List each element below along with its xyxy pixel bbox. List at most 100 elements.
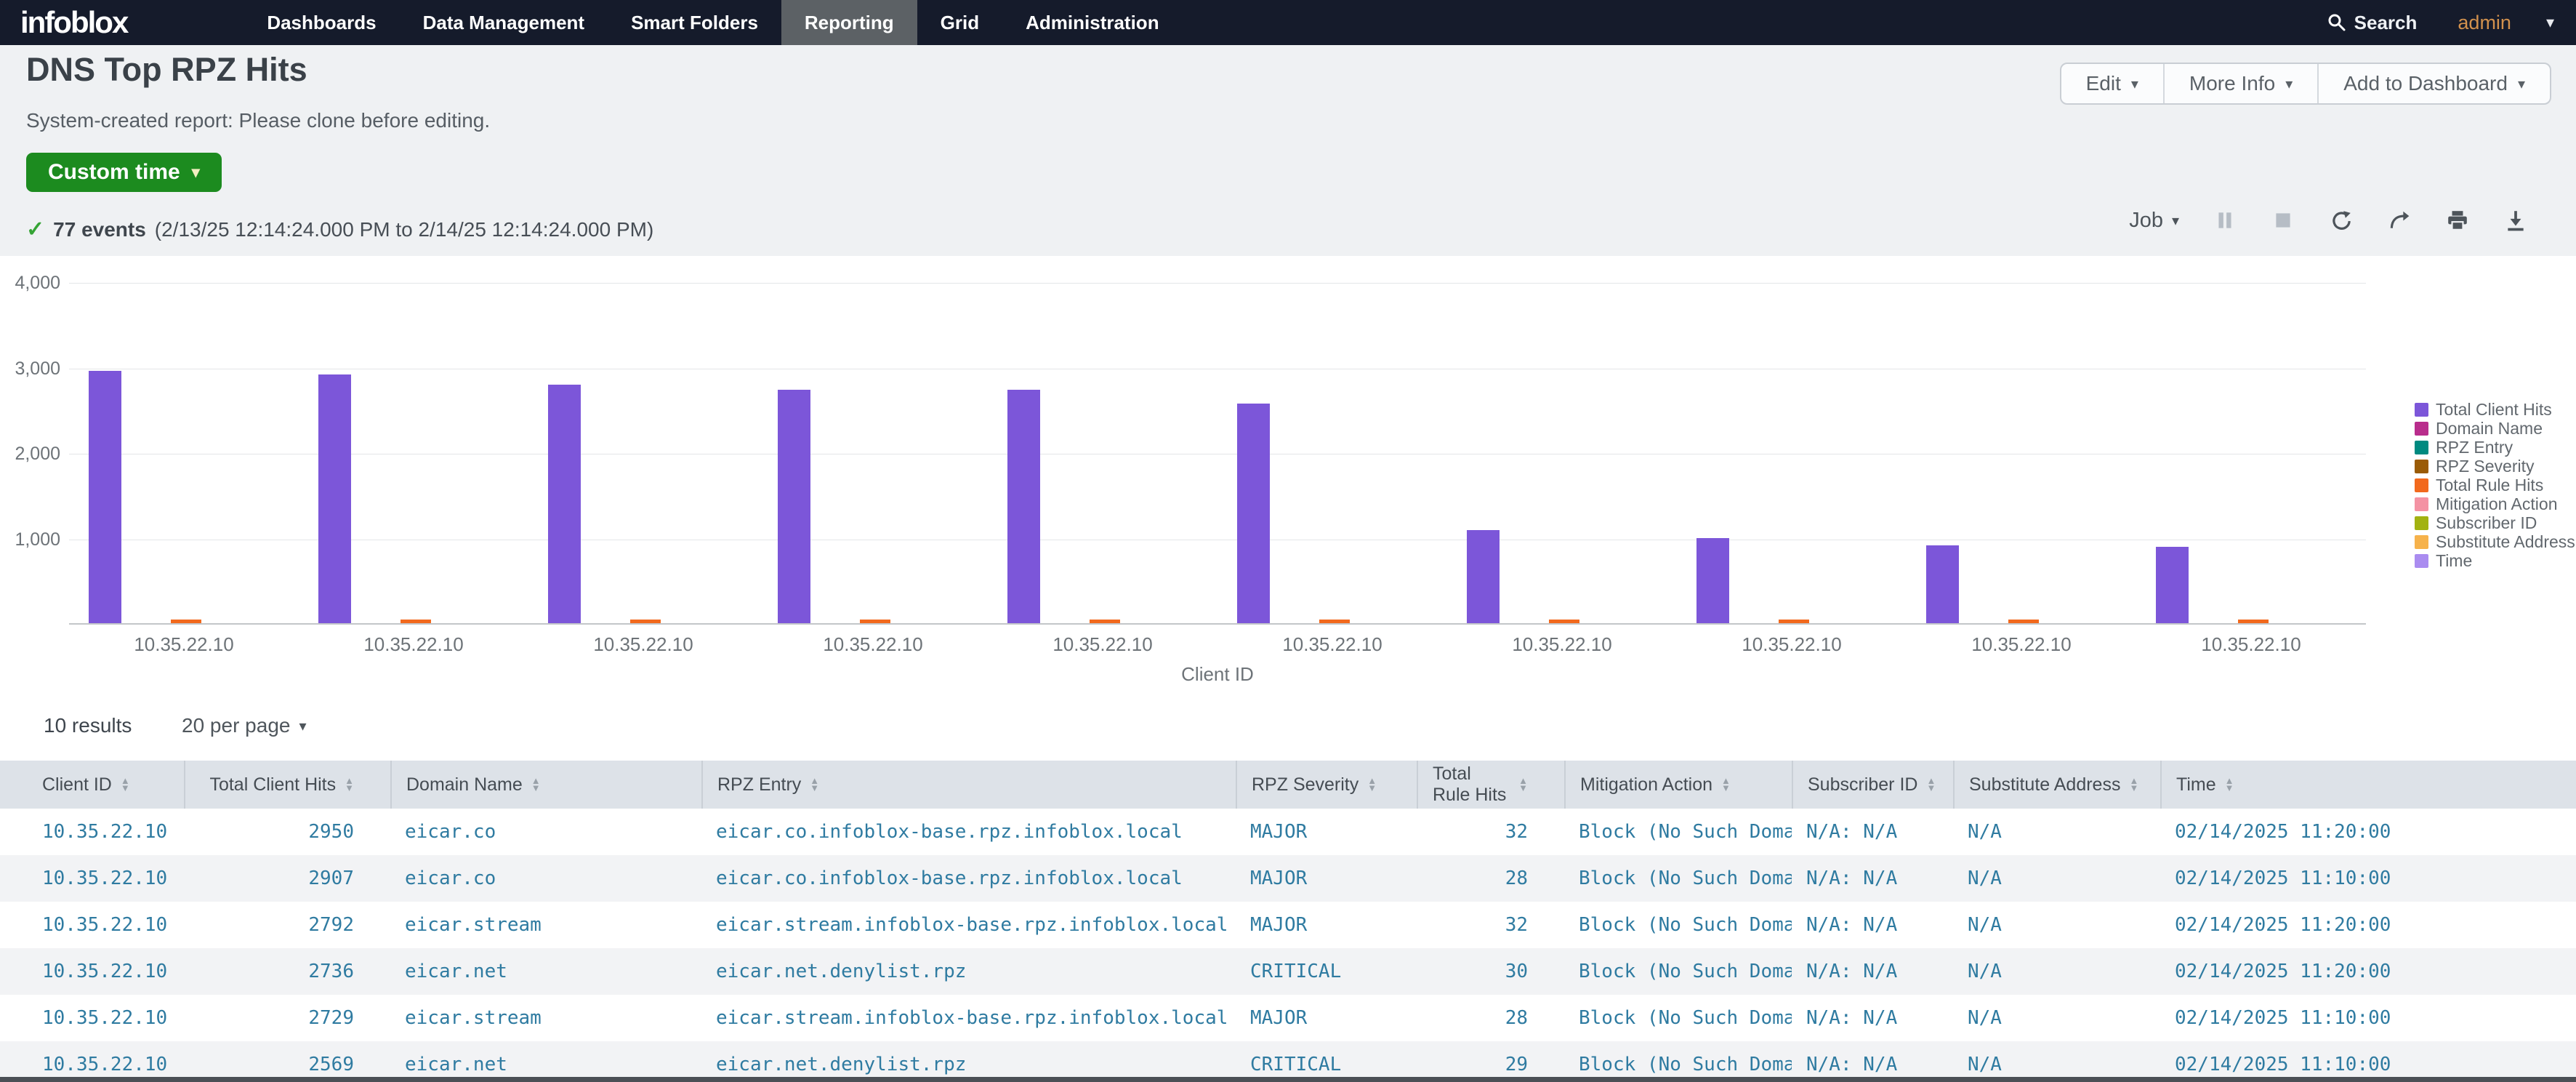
cell-substitute-address[interactable]: N/A	[1953, 948, 2160, 995]
sort-icon[interactable]: ▲▼	[1367, 777, 1377, 792]
edit-button[interactable]: Edit▾	[2061, 64, 2163, 103]
column-header-time[interactable]: Time▲▼	[2160, 761, 2576, 809]
column-header-total-rule-hits[interactable]: Total Rule Hits▲▼	[1417, 761, 1564, 809]
total-rule-hits-bar[interactable]	[630, 620, 661, 623]
total-client-hits-bar[interactable]	[778, 390, 810, 623]
legend-item-substitute-address[interactable]: Substitute Address	[2415, 532, 2575, 551]
total-rule-hits-bar[interactable]	[171, 620, 201, 623]
cell-mitigation-action[interactable]: Block (No Such Domain)	[1564, 1041, 1792, 1082]
nav-item-smart-folders[interactable]: Smart Folders	[608, 0, 781, 45]
column-header-client-id[interactable]: Client ID▲▼	[0, 761, 184, 809]
cell-rpz-severity[interactable]: CRITICAL	[1236, 1041, 1417, 1082]
total-rule-hits-bar[interactable]	[1090, 620, 1120, 623]
total-client-hits-bar[interactable]	[1237, 404, 1270, 623]
total-rule-hits-bar[interactable]	[1319, 620, 1350, 623]
cell-total-client-hits[interactable]: 2792	[184, 902, 390, 948]
cell-mitigation-action[interactable]: Block (No Such Domain)	[1564, 809, 1792, 855]
total-rule-hits-bar[interactable]	[1549, 620, 1579, 623]
column-header-mitigation-action[interactable]: Mitigation Action▲▼	[1564, 761, 1792, 809]
refresh-button[interactable]	[2329, 208, 2354, 233]
user-caret-icon[interactable]: ▾	[2546, 13, 2554, 32]
total-rule-hits-bar[interactable]	[2008, 620, 2039, 623]
column-header-subscriber-id[interactable]: Subscriber ID▲▼	[1792, 761, 1953, 809]
cell-rpz-entry[interactable]: eicar.stream.infoblox-base.rpz.infoblox.…	[701, 995, 1236, 1041]
cell-domain-name[interactable]: eicar.co	[390, 855, 701, 902]
legend-item-total-rule-hits[interactable]: Total Rule Hits	[2415, 476, 2575, 494]
cell-rpz-severity[interactable]: MAJOR	[1236, 902, 1417, 948]
column-header-substitute-address[interactable]: Substitute Address▲▼	[1953, 761, 2160, 809]
cell-total-client-hits[interactable]: 2907	[184, 855, 390, 902]
custom-time-button[interactable]: Custom time ▾	[26, 153, 222, 192]
total-client-hits-bar[interactable]	[89, 371, 121, 623]
cell-client-id[interactable]: 10.35.22.10	[0, 855, 184, 902]
legend-item-rpz-entry[interactable]: RPZ Entry	[2415, 438, 2575, 457]
sort-icon[interactable]: ▲▼	[1926, 777, 1936, 792]
cell-domain-name[interactable]: eicar.net	[390, 1041, 701, 1082]
cell-subscriber-id[interactable]: N/A: N/A	[1792, 809, 1953, 855]
nav-item-reporting[interactable]: Reporting	[781, 0, 917, 45]
cell-mitigation-action[interactable]: Block (No Such Domain)	[1564, 948, 1792, 995]
search-button[interactable]: Search	[2327, 12, 2418, 34]
print-button[interactable]	[2445, 208, 2470, 233]
cell-total-rule-hits[interactable]: 32	[1417, 809, 1564, 855]
cell-client-id[interactable]: 10.35.22.10	[0, 995, 184, 1041]
sort-icon[interactable]: ▲▼	[345, 777, 354, 792]
stop-button[interactable]	[2271, 208, 2295, 233]
nav-item-administration[interactable]: Administration	[1002, 0, 1182, 45]
sort-icon[interactable]: ▲▼	[531, 777, 541, 792]
cell-time[interactable]: 02/14/2025 11:10:00	[2160, 855, 2576, 902]
sort-icon[interactable]: ▲▼	[1518, 777, 1528, 792]
cell-rpz-entry[interactable]: eicar.co.infoblox-base.rpz.infoblox.loca…	[701, 855, 1236, 902]
cell-total-rule-hits[interactable]: 29	[1417, 1041, 1564, 1082]
cell-client-id[interactable]: 10.35.22.10	[0, 1041, 184, 1082]
total-client-hits-bar[interactable]	[1696, 538, 1729, 624]
cell-mitigation-action[interactable]: Block (No Such Domain)	[1564, 995, 1792, 1041]
job-dropdown[interactable]: Job ▾	[2129, 209, 2179, 233]
cell-time[interactable]: 02/14/2025 11:10:00	[2160, 995, 2576, 1041]
total-client-hits-bar[interactable]	[318, 374, 351, 623]
sort-icon[interactable]: ▲▼	[1721, 777, 1731, 792]
cell-substitute-address[interactable]: N/A	[1953, 855, 2160, 902]
cell-total-rule-hits[interactable]: 28	[1417, 995, 1564, 1041]
column-header-domain-name[interactable]: Domain Name▲▼	[390, 761, 701, 809]
more-info-button[interactable]: More Info▾	[2163, 64, 2317, 103]
sort-icon[interactable]: ▲▼	[2129, 777, 2138, 792]
cell-total-client-hits[interactable]: 2729	[184, 995, 390, 1041]
legend-item-domain-name[interactable]: Domain Name	[2415, 419, 2575, 438]
total-client-hits-bar[interactable]	[548, 385, 581, 623]
legend-item-rpz-severity[interactable]: RPZ Severity	[2415, 457, 2575, 476]
cell-rpz-severity[interactable]: MAJOR	[1236, 995, 1417, 1041]
cell-substitute-address[interactable]: N/A	[1953, 809, 2160, 855]
legend-item-time[interactable]: Time	[2415, 551, 2575, 570]
cell-total-client-hits[interactable]: 2569	[184, 1041, 390, 1082]
legend-item-total-client-hits[interactable]: Total Client Hits	[2415, 400, 2575, 419]
pause-button[interactable]	[2213, 208, 2237, 233]
cell-rpz-entry[interactable]: eicar.net.denylist.rpz	[701, 948, 1236, 995]
total-rule-hits-bar[interactable]	[1779, 620, 1809, 623]
cell-time[interactable]: 02/14/2025 11:20:00	[2160, 902, 2576, 948]
nav-item-data-management[interactable]: Data Management	[400, 0, 608, 45]
total-client-hits-bar[interactable]	[1467, 530, 1500, 623]
total-rule-hits-bar[interactable]	[2238, 620, 2269, 623]
total-client-hits-bar[interactable]	[2156, 547, 2189, 623]
total-rule-hits-bar[interactable]	[860, 620, 890, 623]
cell-domain-name[interactable]: eicar.net	[390, 948, 701, 995]
cell-total-rule-hits[interactable]: 30	[1417, 948, 1564, 995]
cell-rpz-severity[interactable]: MAJOR	[1236, 855, 1417, 902]
cell-rpz-entry[interactable]: eicar.co.infoblox-base.rpz.infoblox.loca…	[701, 809, 1236, 855]
sort-icon[interactable]: ▲▼	[2225, 777, 2234, 792]
cell-total-client-hits[interactable]: 2950	[184, 809, 390, 855]
cell-client-id[interactable]: 10.35.22.10	[0, 948, 184, 995]
sort-icon[interactable]: ▲▼	[121, 777, 130, 792]
total-rule-hits-bar[interactable]	[401, 620, 431, 623]
cell-rpz-entry[interactable]: eicar.stream.infoblox-base.rpz.infoblox.…	[701, 902, 1236, 948]
cell-domain-name[interactable]: eicar.stream	[390, 902, 701, 948]
cell-mitigation-action[interactable]: Block (No Such Domain)	[1564, 855, 1792, 902]
cell-client-id[interactable]: 10.35.22.10	[0, 902, 184, 948]
legend-item-mitigation-action[interactable]: Mitigation Action	[2415, 494, 2575, 513]
cell-time[interactable]: 02/14/2025 11:20:00	[2160, 809, 2576, 855]
download-button[interactable]	[2503, 208, 2528, 233]
cell-domain-name[interactable]: eicar.stream	[390, 995, 701, 1041]
cell-time[interactable]: 02/14/2025 11:20:00	[2160, 948, 2576, 995]
cell-substitute-address[interactable]: N/A	[1953, 902, 2160, 948]
